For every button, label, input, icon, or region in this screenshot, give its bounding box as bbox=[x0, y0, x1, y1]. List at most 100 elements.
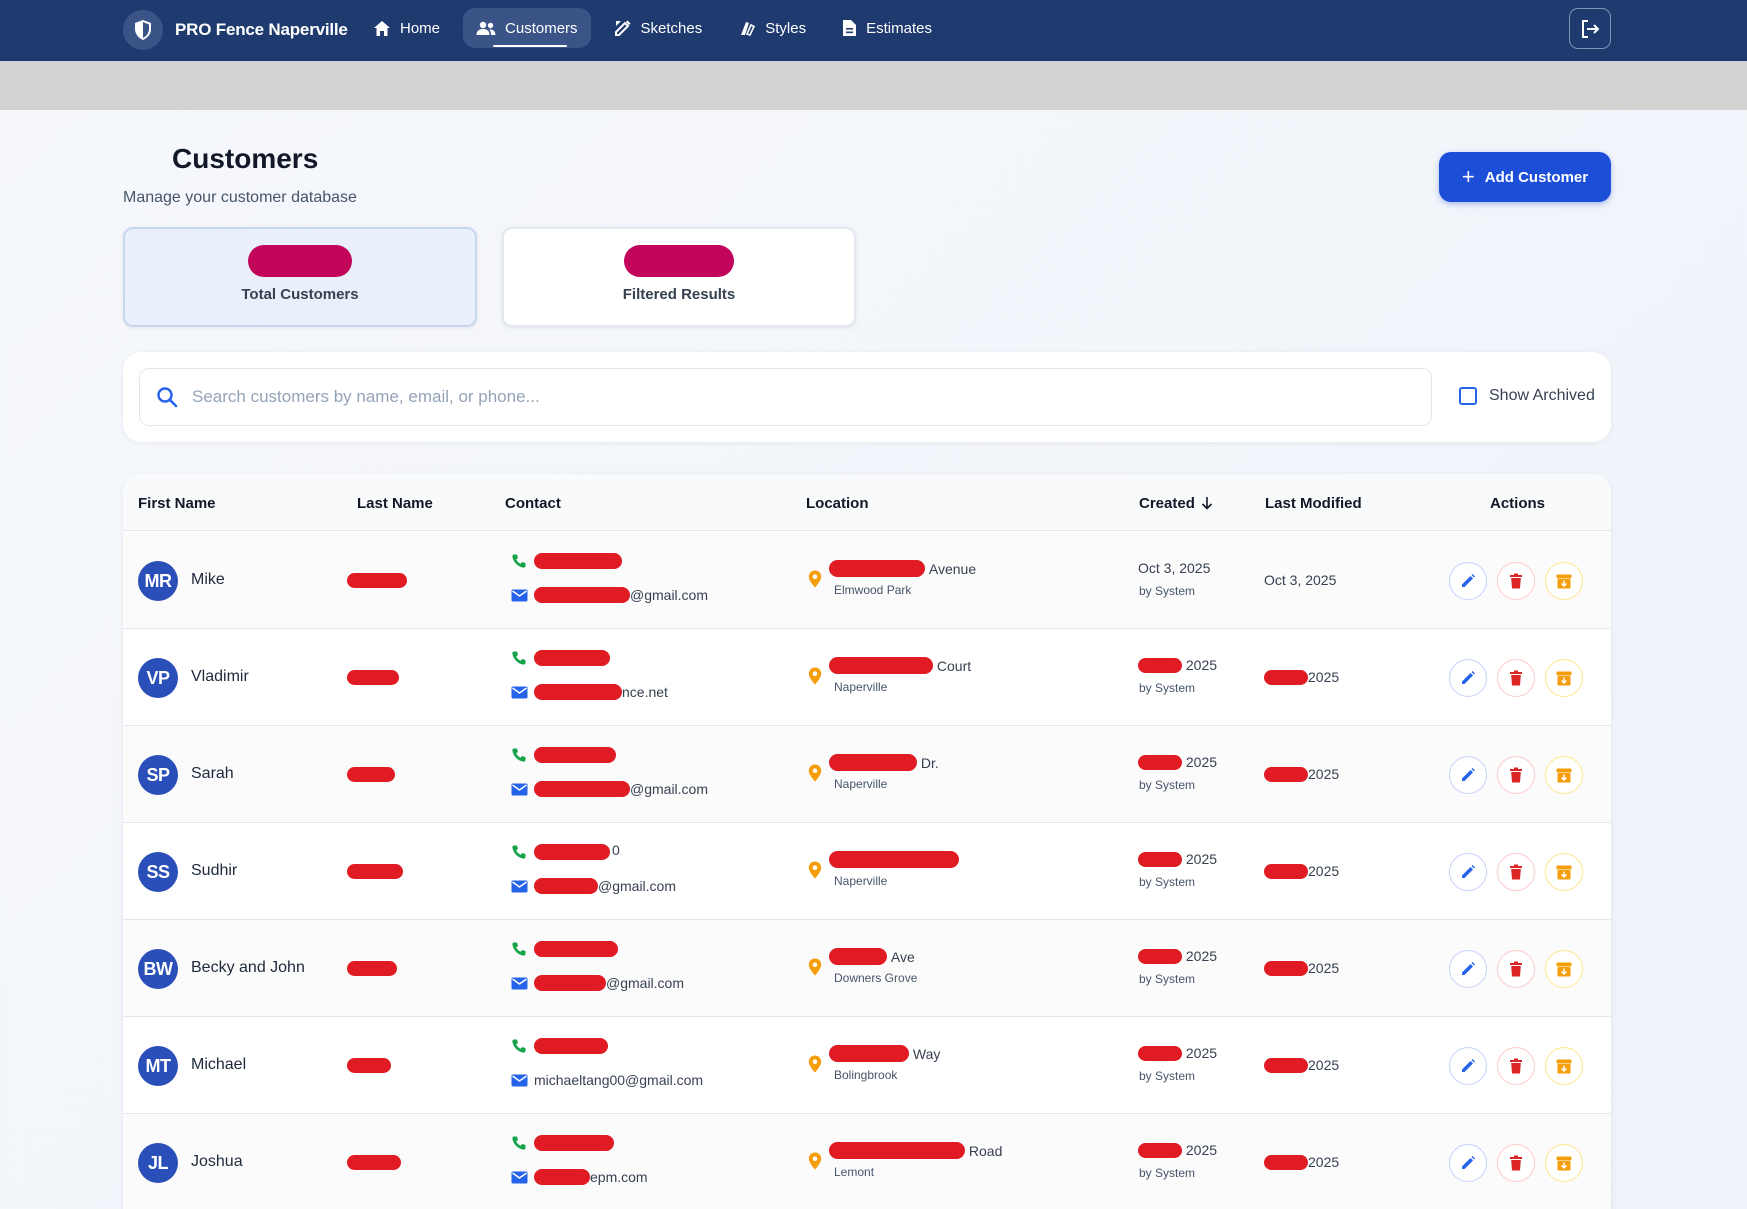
archive-button[interactable] bbox=[1545, 659, 1583, 697]
table-row[interactable]: MR Mike @gmail.com Avenue Elmwood Park Oct 3… bbox=[123, 532, 1611, 629]
nav-item-label: Styles bbox=[765, 19, 807, 37]
delete-button[interactable] bbox=[1497, 1047, 1535, 1085]
redacted-modified bbox=[1264, 766, 1308, 782]
logout-icon bbox=[1582, 19, 1600, 38]
phone-icon bbox=[511, 941, 527, 962]
email[interactable]: @gmail.com bbox=[534, 586, 708, 604]
redacted-last-name bbox=[347, 767, 395, 782]
redacted-address bbox=[829, 851, 959, 868]
redacted-last-name bbox=[347, 670, 399, 685]
show-archived-checkbox[interactable] bbox=[1459, 387, 1477, 405]
logout-button[interactable] bbox=[1569, 8, 1611, 49]
nav-item-sketches[interactable]: Sketches bbox=[601, 8, 716, 48]
delete-button[interactable] bbox=[1497, 562, 1535, 600]
nav-item-styles[interactable]: Styles bbox=[725, 8, 819, 48]
search-box[interactable] bbox=[139, 368, 1432, 426]
add-customer-button[interactable]: + Add Customer bbox=[1439, 152, 1611, 202]
delete-button[interactable] bbox=[1497, 950, 1535, 988]
table-row[interactable]: JL Joshua epm.com Road Lemont 2025 by System… bbox=[123, 1114, 1611, 1209]
archive-button[interactable] bbox=[1545, 950, 1583, 988]
column-created[interactable]: Created bbox=[1139, 495, 1213, 512]
redacted-created bbox=[1138, 754, 1182, 770]
nav-item-customers[interactable]: Customers bbox=[463, 8, 591, 48]
archive-button[interactable] bbox=[1545, 562, 1583, 600]
redacted-modified bbox=[1264, 669, 1308, 685]
location-pin-icon bbox=[808, 861, 822, 884]
brand[interactable]: PRO Fence Naperville bbox=[123, 10, 348, 50]
email[interactable]: michaeltang00@gmail.com bbox=[534, 1071, 703, 1089]
email[interactable]: nce.net bbox=[534, 683, 668, 701]
mail-icon bbox=[511, 977, 528, 995]
delete-button[interactable] bbox=[1497, 853, 1535, 891]
location-pin-icon bbox=[808, 958, 822, 981]
city: Naperville bbox=[834, 777, 888, 791]
total-customers-card[interactable]: Total Customers bbox=[123, 227, 477, 327]
column-contact[interactable]: Contact bbox=[505, 495, 561, 512]
page-subtitle: Manage your customer database bbox=[123, 189, 357, 206]
filtered-results-card[interactable]: Filtered Results bbox=[502, 227, 856, 327]
archive-button[interactable] bbox=[1545, 853, 1583, 891]
mail-icon bbox=[511, 880, 528, 898]
trash-icon bbox=[1509, 573, 1523, 589]
delete-button[interactable] bbox=[1497, 1144, 1535, 1182]
table-row[interactable]: SP Sarah @gmail.com Dr. Naperville 2025 by S… bbox=[123, 726, 1611, 823]
nav-item-estimates[interactable]: Estimates bbox=[829, 8, 945, 48]
document-icon bbox=[843, 20, 857, 36]
first-name: Vladimir bbox=[191, 668, 249, 685]
phone-icon bbox=[511, 1038, 527, 1059]
delete-button[interactable] bbox=[1497, 659, 1535, 697]
created-date: 2025 bbox=[1138, 851, 1217, 867]
email[interactable]: @gmail.com bbox=[534, 974, 684, 992]
page-title: Customers bbox=[172, 143, 319, 174]
avatar: JL bbox=[138, 1143, 178, 1183]
table-row[interactable]: VP Vladimir nce.net Court Naperville 2025 by… bbox=[123, 629, 1611, 726]
modified-text: 2025 bbox=[1308, 1057, 1340, 1073]
email[interactable]: @gmail.com bbox=[534, 877, 676, 895]
avatar: SP bbox=[138, 755, 178, 795]
column-last-modified[interactable]: Last Modified bbox=[1265, 495, 1362, 512]
top-navbar: PRO Fence Naperville Home Customers Sket… bbox=[0, 0, 1747, 61]
show-archived-toggle[interactable]: Show Archived bbox=[1459, 387, 1595, 405]
table-row[interactable]: SS Sudhir 0 @gmail.com Naperville 2025 by Sy… bbox=[123, 823, 1611, 920]
archive-button[interactable] bbox=[1545, 1144, 1583, 1182]
column-last-name[interactable]: Last Name bbox=[357, 495, 433, 512]
redacted-created bbox=[1138, 948, 1182, 964]
redacted-address bbox=[829, 657, 933, 674]
plus-icon: + bbox=[1461, 164, 1475, 189]
created-text: Oct 3, 2025 bbox=[1138, 560, 1211, 576]
edit-button[interactable] bbox=[1449, 853, 1487, 891]
pencil-icon bbox=[1460, 1058, 1476, 1074]
edit-button[interactable] bbox=[1449, 1047, 1487, 1085]
redacted-phone bbox=[534, 650, 610, 666]
delete-button[interactable] bbox=[1497, 756, 1535, 794]
edit-button[interactable] bbox=[1449, 659, 1487, 697]
edit-button[interactable] bbox=[1449, 1144, 1487, 1182]
email[interactable]: epm.com bbox=[534, 1168, 648, 1186]
search-input[interactable] bbox=[192, 387, 1431, 407]
created-by: by System bbox=[1139, 778, 1196, 792]
table-row[interactable]: MT Michael michaeltang00@gmail.com Way Boli… bbox=[123, 1017, 1611, 1114]
table-row[interactable]: BW Becky and John @gmail.com Ave Downers Gr… bbox=[123, 920, 1611, 1017]
redacted-email bbox=[534, 781, 630, 797]
edit-button[interactable] bbox=[1449, 950, 1487, 988]
edit-button[interactable] bbox=[1449, 756, 1487, 794]
column-actions: Actions bbox=[1490, 495, 1546, 512]
nav-item-home[interactable]: Home bbox=[360, 8, 453, 48]
created-text: 2025 bbox=[1185, 657, 1218, 673]
palette-icon bbox=[741, 22, 756, 36]
mail-icon bbox=[511, 1074, 528, 1092]
city: Elmwood Park bbox=[834, 583, 912, 597]
location-pin-icon bbox=[808, 667, 822, 690]
column-first-name[interactable]: First Name bbox=[138, 495, 216, 512]
redacted-address bbox=[829, 754, 917, 771]
column-location[interactable]: Location bbox=[806, 495, 869, 512]
modified-text: 2025 bbox=[1308, 863, 1340, 879]
archive-button[interactable] bbox=[1545, 756, 1583, 794]
created-by: by System bbox=[1139, 681, 1196, 695]
total-customers-label: Total Customers bbox=[241, 286, 359, 303]
archive-button[interactable] bbox=[1545, 1047, 1583, 1085]
edit-button[interactable] bbox=[1449, 562, 1487, 600]
created-date: 2025 bbox=[1138, 657, 1217, 673]
pencil-icon bbox=[1460, 864, 1476, 880]
email[interactable]: @gmail.com bbox=[534, 780, 708, 798]
